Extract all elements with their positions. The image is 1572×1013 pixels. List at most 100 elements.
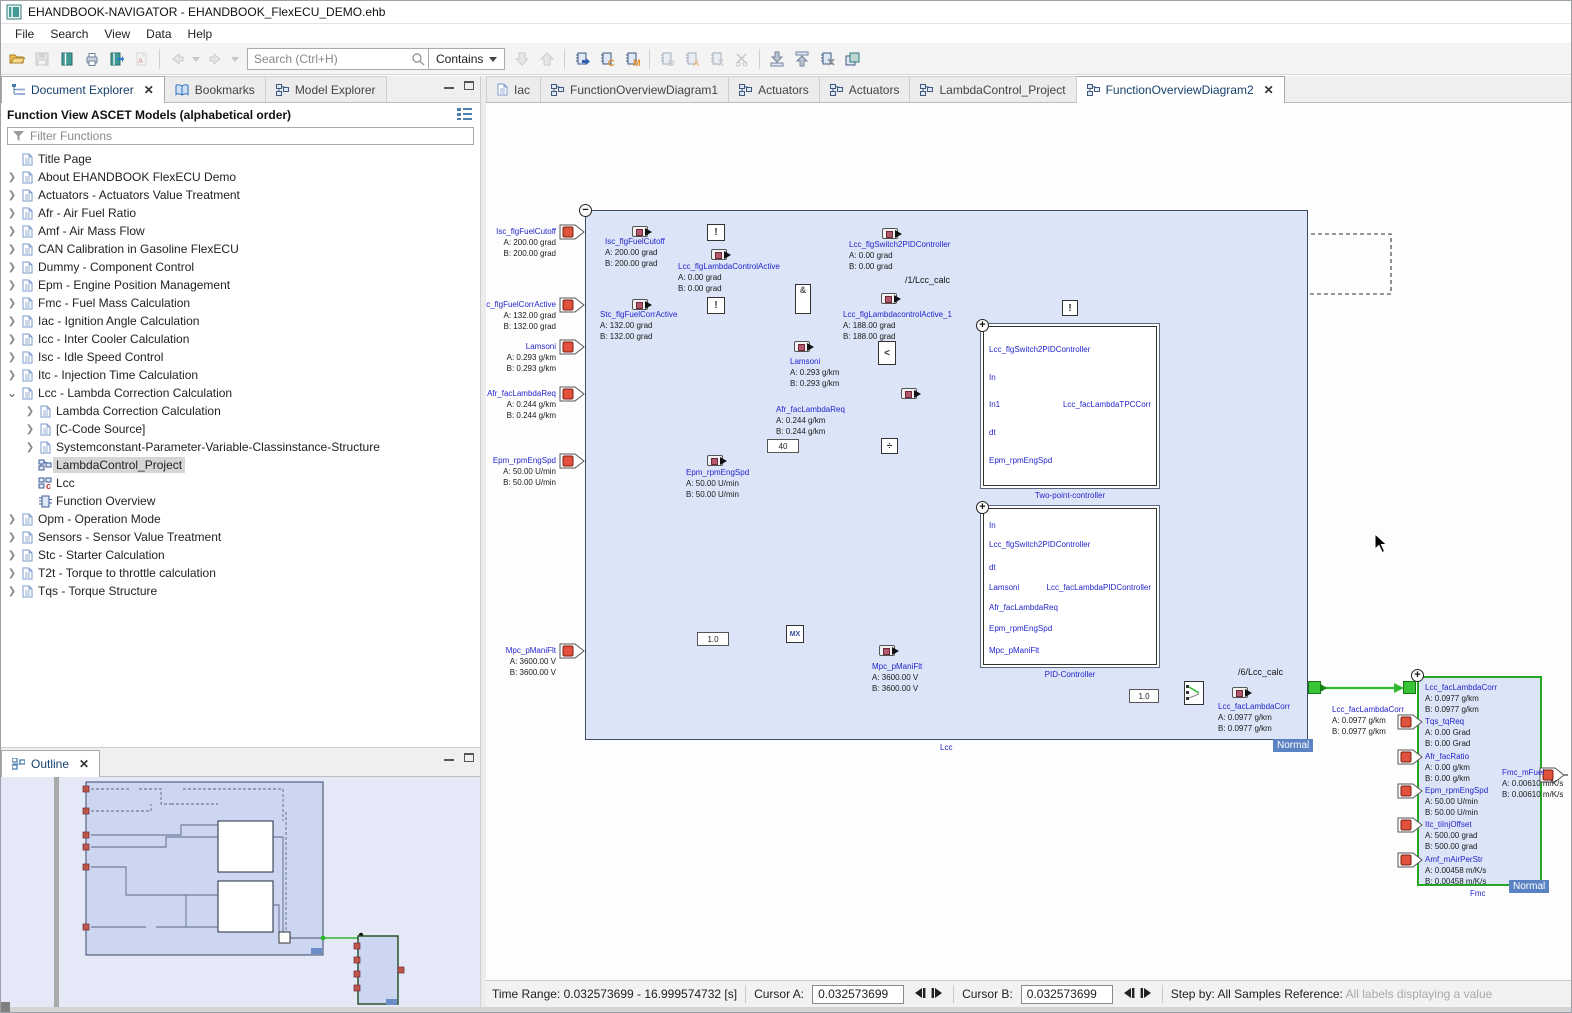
model-d-button[interactable]: D: [655, 47, 679, 71]
chevron-right-icon[interactable]: ❯: [5, 586, 19, 597]
collapse-icon[interactable]: −: [579, 204, 592, 217]
close-icon[interactable]: ✕: [79, 757, 89, 771]
tree-item-title-page[interactable]: Title Page: [1, 150, 480, 168]
fmc-input-port-afr-facratio[interactable]: [1397, 749, 1423, 765]
tree-item-systemconstant-parameter-variable-classinstance-structure[interactable]: ❯Systemconstant-Parameter-Variable-Class…: [1, 438, 480, 456]
model-navigate-button[interactable]: [570, 47, 594, 71]
nav-forward-menu-button[interactable]: [229, 47, 242, 71]
constant-40[interactable]: 40: [767, 439, 799, 453]
doc-tab-functionoverviewdiagram1[interactable]: FunctionOverviewDiagram1: [541, 76, 729, 102]
fmc-input-port-epm-rpmengspd[interactable]: [1397, 783, 1423, 799]
nav-forward-button[interactable]: [204, 47, 228, 71]
signal-probe-icon[interactable]: [711, 249, 727, 260]
chevron-right-icon[interactable]: ❯: [5, 550, 19, 561]
tree-item-lcc[interactable]: cLcc: [1, 474, 480, 492]
detach-model-button[interactable]: [815, 47, 839, 71]
tree-item-lambda-correction-calculation[interactable]: ❯Lambda Correction Calculation: [1, 402, 480, 420]
close-icon[interactable]: ✕: [144, 83, 154, 97]
chevron-right-icon[interactable]: ❯: [23, 442, 37, 453]
constant-1-0[interactable]: 1.0: [697, 632, 729, 646]
operator-not-block[interactable]: !: [707, 297, 725, 314]
chevron-right-icon[interactable]: ❯: [5, 370, 19, 381]
save-button[interactable]: [30, 47, 54, 71]
view-menu-icon[interactable]: [457, 108, 472, 123]
chevron-right-icon[interactable]: ❯: [5, 280, 19, 291]
new-window-button[interactable]: [840, 47, 864, 71]
doc-tab-actuators[interactable]: Actuators: [729, 76, 820, 102]
cursor-a-prev-button[interactable]: [912, 987, 927, 1002]
cursor-a-next-button[interactable]: [930, 987, 945, 1002]
go-up-button[interactable]: [535, 47, 559, 71]
chevron-right-icon[interactable]: ❯: [5, 244, 19, 255]
tree-item-amf-air-mass-flow[interactable]: ❯Amf - Air Mass Flow: [1, 222, 480, 240]
export-pdf-button[interactable]: A: [130, 47, 154, 71]
operator-not-block[interactable]: !: [1062, 300, 1078, 316]
fmc-input-port-lcc-faclambdacorr-selected[interactable]: [1403, 681, 1416, 694]
open-file-button[interactable]: [5, 47, 29, 71]
tree-item-epm-engine-position-management[interactable]: ❯Epm - Engine Position Management: [1, 276, 480, 294]
chevron-right-icon[interactable]: ❯: [5, 226, 19, 237]
chevron-down-icon[interactable]: ⌄: [5, 386, 19, 400]
chevron-right-icon[interactable]: ❯: [5, 568, 19, 579]
tree-item-opm-operation-mode[interactable]: ❯Opm - Operation Mode: [1, 510, 480, 528]
tree-item-itc-injection-time-calculation[interactable]: ❯Itc - Injection Time Calculation: [1, 366, 480, 384]
tree-item-can-calibration-in-gasoline-flexecu[interactable]: ❯CAN Calibration in Gasoline FlexECU: [1, 240, 480, 258]
search-icon[interactable]: [408, 52, 428, 66]
model-a-button[interactable]: A: [680, 47, 704, 71]
menu-file[interactable]: File: [7, 25, 42, 43]
chevron-right-icon[interactable]: ❯: [5, 298, 19, 309]
operator--block[interactable]: &: [795, 284, 811, 314]
input-port-afr-faclambdareq[interactable]: [559, 386, 585, 402]
fmc-input-port-itc-tiinjoffset[interactable]: [1397, 817, 1423, 833]
cut-signal-button[interactable]: [730, 47, 754, 71]
menu-help[interactable]: Help: [180, 25, 221, 43]
doc-tab-lambdacontrol-project[interactable]: LambdaControl_Project: [910, 76, 1076, 102]
input-port-epm-rpmengspd[interactable]: [559, 453, 585, 469]
diagram-canvas[interactable]: LccNormal−Isc_flgFuelCutoffA: 200.00 gra…: [486, 103, 1571, 980]
step-into-button[interactable]: [765, 47, 789, 71]
search-input[interactable]: Search (Ctrl+H): [248, 52, 408, 66]
chevron-right-icon[interactable]: ❯: [5, 514, 19, 525]
signal-probe-icon[interactable]: [879, 645, 895, 656]
tree-item-function-overview[interactable]: Function Overview: [1, 492, 480, 510]
menu-search[interactable]: Search: [42, 25, 96, 43]
signal-probe-icon[interactable]: [707, 455, 723, 466]
menu-view[interactable]: View: [96, 25, 138, 43]
model-clear-button[interactable]: X: [705, 47, 729, 71]
step-out-button[interactable]: [790, 47, 814, 71]
signal-probe-icon[interactable]: [632, 299, 648, 310]
tree-item-actuators-actuators-value-treatment[interactable]: ❯Actuators - Actuators Value Treatment: [1, 186, 480, 204]
signal-probe-icon[interactable]: [1232, 687, 1248, 698]
fmc-input-port-tqs-tqreq[interactable]: [1397, 714, 1423, 730]
constant-1-0[interactable]: 1.0: [1129, 689, 1159, 703]
nav-back-menu-button[interactable]: [190, 47, 203, 71]
tree-item-lambdacontrol-project[interactable]: LambdaControl_Project: [1, 456, 480, 474]
tab-document-explorer[interactable]: Document Explorer✕: [1, 76, 165, 103]
signal-probe-icon[interactable]: [794, 341, 810, 352]
close-icon[interactable]: ✕: [1264, 83, 1274, 97]
model-measure-button[interactable]: M: [620, 47, 644, 71]
expand-icon[interactable]: +: [976, 319, 989, 332]
tab-outline[interactable]: Outline ✕: [1, 750, 100, 777]
switch-block[interactable]: [1184, 681, 1204, 705]
tab-model-explorer[interactable]: Model Explorer: [266, 76, 387, 102]
go-down-button[interactable]: [510, 47, 534, 71]
input-port-mpc-pmaniflt[interactable]: [559, 643, 585, 659]
chevron-right-icon[interactable]: ❯: [5, 190, 19, 201]
fmc-input-port-amf-mairperstr[interactable]: [1397, 852, 1423, 868]
outline-preview[interactable]: [1, 777, 480, 1007]
tree-item-t2t-torque-to-throttle-calculation[interactable]: ❯T2t - Torque to throttle calculation: [1, 564, 480, 582]
tree-item-tqs-torque-structure[interactable]: ❯Tqs - Torque Structure: [1, 582, 480, 600]
chevron-right-icon[interactable]: ❯: [23, 406, 37, 417]
filter-input[interactable]: Filter Functions: [7, 127, 474, 145]
window-resize-grip[interactable]: [1, 1002, 10, 1012]
panel-minimize-icon[interactable]: [444, 81, 454, 89]
lcc-output-port-selected[interactable]: [1308, 681, 1321, 694]
tree-item-lcc-lambda-correction-calculation[interactable]: ⌄Lcc - Lambda Correction Calculation: [1, 384, 480, 402]
chevron-right-icon[interactable]: ❯: [5, 334, 19, 345]
panel-maximize-icon[interactable]: [464, 753, 474, 762]
cursor-b-input[interactable]: 0.032573699: [1021, 985, 1113, 1004]
panel-minimize-icon[interactable]: [444, 753, 454, 761]
operator-lt-block[interactable]: <: [878, 341, 896, 365]
export-book-button[interactable]: [105, 47, 129, 71]
